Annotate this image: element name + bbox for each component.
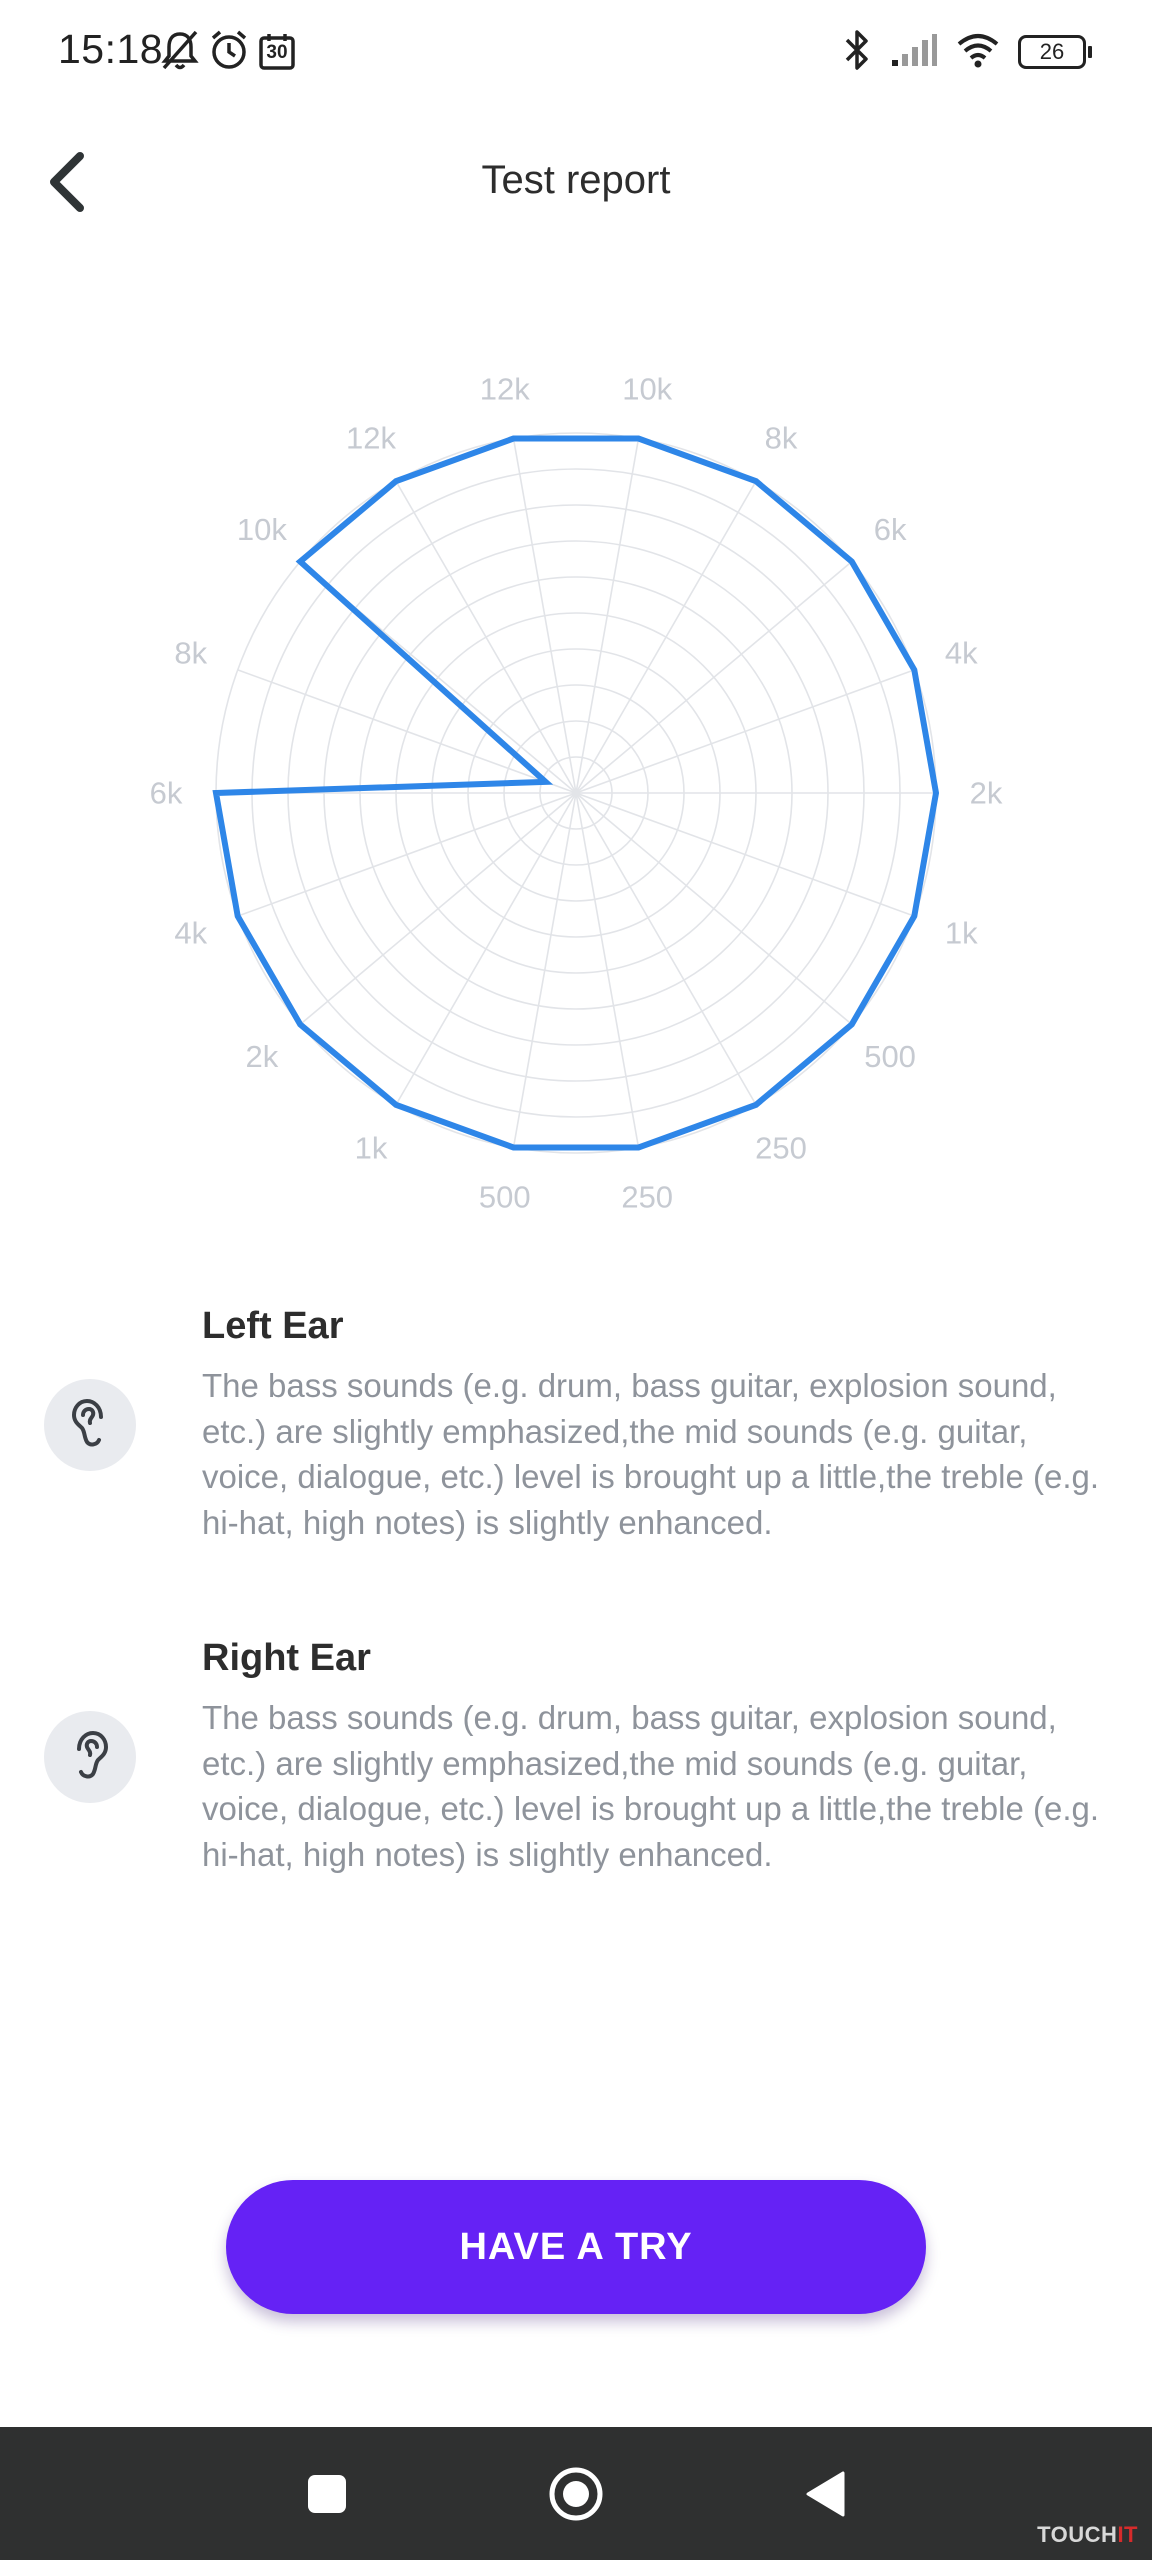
signal-icon — [890, 32, 938, 73]
square-icon — [305, 2472, 349, 2521]
status-icons-left: 30 — [160, 28, 296, 76]
axis-label: 12k — [346, 420, 396, 455]
axis-label: 4k — [174, 916, 207, 951]
radar-chart-svg: 12k 10k 8k 6k 4k 2k 1k 500 250 250 500 1k 2k 4k 6k 8k 10… — [150, 372, 1003, 1215]
right-ear-icon-circle — [44, 1711, 136, 1803]
calendar-icon: 30 — [258, 33, 296, 71]
grid-spoke — [575, 560, 853, 794]
axis-label: 12k — [480, 372, 530, 407]
axis-label: 8k — [174, 635, 207, 670]
left-ear-icon — [65, 1395, 115, 1456]
hearing-radar-chart: 12k 10k 8k 6k 4k 2k 1k 500 250 250 500 1k 2k 4k 6k 8k 10… — [0, 360, 1152, 1220]
right-ear-section: Right Ear The bass sounds (e.g. drum, ba… — [0, 1622, 1152, 1902]
left-ear-section: Left Ear The bass sounds (e.g. drum, bas… — [0, 1290, 1152, 1570]
axis-label: 2k — [246, 1039, 279, 1074]
left-ear-title: Left Ear — [202, 1305, 344, 1347]
status-icons-right: 26 — [842, 28, 1092, 77]
grid-spoke — [299, 792, 577, 1026]
axis-label: 10k — [237, 512, 287, 547]
status-time: 15:18 — [58, 26, 164, 72]
wifi-icon — [956, 32, 1000, 73]
nav-home-button[interactable] — [531, 2451, 621, 2541]
calendar-day: 30 — [266, 42, 288, 63]
bluetooth-icon — [842, 28, 872, 77]
left-ear-icon-circle — [44, 1379, 136, 1471]
bell-muted-icon — [160, 28, 200, 77]
watermark-logo: TOUCHIT — [1037, 2522, 1138, 2548]
nav-recents-button[interactable] — [282, 2451, 372, 2541]
axis-label: 4k — [945, 635, 978, 670]
axis-label: 500 — [479, 1179, 531, 1214]
triangle-back-icon — [803, 2470, 847, 2523]
axis-label: 10k — [622, 372, 672, 407]
grid-spoke — [575, 792, 853, 1026]
home-circle-icon — [548, 2466, 604, 2527]
alarm-icon — [208, 28, 250, 77]
right-ear-title: Right Ear — [202, 1637, 371, 1679]
nav-back-button[interactable] — [780, 2451, 870, 2541]
battery-icon: 26 — [1018, 35, 1092, 69]
page-title: Test report — [481, 158, 671, 202]
axis-label: 1k — [945, 916, 978, 951]
navigation-bar — [0, 2427, 1152, 2560]
axis-label: 500 — [864, 1039, 916, 1074]
left-ear-description: The bass sounds (e.g. drum, bass guitar,… — [202, 1367, 1100, 1541]
battery-level: 26 — [1039, 39, 1065, 64]
axis-label: 6k — [874, 512, 907, 547]
right-ear-description: The bass sounds (e.g. drum, bass guitar,… — [202, 1699, 1100, 1873]
axis-label: 1k — [355, 1131, 388, 1166]
axis-label: 6k — [150, 776, 183, 811]
axis-label: 250 — [621, 1179, 673, 1214]
status-bar: 15:18 30 26 — [0, 0, 1152, 104]
watermark-accent: IT — [1117, 2522, 1138, 2547]
have-a-try-button[interactable]: HAVE A TRY — [226, 2180, 926, 2314]
axis-label: 2k — [970, 776, 1003, 811]
watermark-main: TOUCH — [1037, 2522, 1118, 2547]
axis-label: 250 — [755, 1131, 807, 1166]
axis-label: 8k — [765, 420, 798, 455]
right-ear-icon — [65, 1727, 115, 1788]
